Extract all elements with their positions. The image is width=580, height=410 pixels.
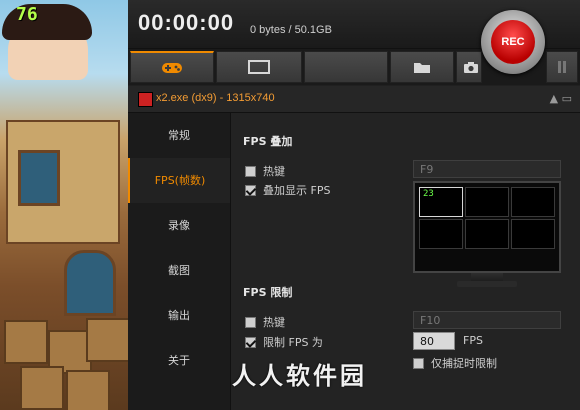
overlay-show-label: 叠加显示 FPS xyxy=(263,184,331,197)
limit-fps-value[interactable]: 80 xyxy=(413,332,455,350)
sidebar-item-fps[interactable]: FPS(帧数) xyxy=(128,158,230,203)
game-crate xyxy=(4,320,48,364)
limit-only-capture-row: 仅捕捉时限制 xyxy=(413,355,497,371)
overlay-hotkey-field[interactable]: F9 xyxy=(413,160,561,178)
camera-icon xyxy=(464,62,478,73)
sidebar-item-about[interactable]: 关于 xyxy=(128,338,230,383)
gamepad-icon xyxy=(162,62,182,73)
overlay-show-row: 叠加显示 FPS xyxy=(245,182,330,198)
fps-limit-heading: FPS 限制 xyxy=(243,286,293,299)
sidebar-item-video[interactable]: 录像 xyxy=(128,203,230,248)
game-icon xyxy=(138,92,153,107)
site-watermark: 人人软件园 xyxy=(232,362,367,390)
position-bottom-center[interactable] xyxy=(465,219,509,249)
pause-icon xyxy=(558,61,566,73)
game-crate xyxy=(20,366,64,410)
preview-fps-value: 23 xyxy=(423,189,434,199)
record-timer: 00:00:00 xyxy=(138,10,235,35)
position-top-right[interactable] xyxy=(511,187,555,217)
game-title: x2.exe (dx9) - 1315x740 xyxy=(156,92,275,104)
overlay-hotkey-row: 热键 xyxy=(245,163,285,179)
collapse-restore-controls[interactable]: ▲ ▭ xyxy=(550,92,572,105)
position-top-left[interactable]: 23 xyxy=(419,187,463,217)
rec-button[interactable]: REC xyxy=(481,10,545,74)
settings-sidebar: 常规 FPS(帧数) 录像 截图 输出 关于 xyxy=(128,113,230,410)
limit-fps-unit: FPS xyxy=(463,334,483,347)
fraps-window: 00:00:00 0 bytes / 50.1GB REC x2.exe (dx… xyxy=(128,0,580,410)
disk-usage: 0 bytes / 50.1GB xyxy=(250,24,332,36)
sidebar-item-output[interactable]: 输出 xyxy=(128,293,230,338)
game-window xyxy=(18,150,60,206)
game-window-arched xyxy=(64,250,116,316)
limit-only-capture-checkbox[interactable] xyxy=(413,357,424,369)
game-preview: 76 xyxy=(0,0,128,410)
limit-hotkey-field[interactable]: F10 xyxy=(413,311,561,329)
limit-fps-label: 限制 FPS 为 xyxy=(263,336,323,349)
position-bottom-right[interactable] xyxy=(511,219,555,249)
fps-overlay-heading: FPS 叠加 xyxy=(243,135,293,148)
limit-hotkey-label: 热键 xyxy=(263,316,285,329)
monitor-base xyxy=(457,281,517,287)
limit-hotkey-checkbox[interactable] xyxy=(245,316,256,328)
monitor-icon xyxy=(248,60,270,74)
sidebar-item-screenshot[interactable]: 截图 xyxy=(128,248,230,293)
limit-fps-row: 限制 FPS 为 xyxy=(245,334,323,350)
limit-only-capture-label: 仅捕捉时限制 xyxy=(431,357,497,370)
game-crate xyxy=(66,370,110,410)
tab-blank[interactable] xyxy=(304,51,388,83)
overlay-hotkey-label: 热键 xyxy=(263,165,285,178)
position-bottom-left[interactable] xyxy=(419,219,463,249)
tab-pause[interactable] xyxy=(546,51,578,83)
tab-screen[interactable] xyxy=(216,51,302,83)
game-info-bar: x2.exe (dx9) - 1315x740 ▲ ▭ xyxy=(128,86,580,113)
tab-game[interactable] xyxy=(130,51,214,83)
fps-counter-overlay: 76 xyxy=(16,4,38,25)
overlay-hotkey-checkbox[interactable] xyxy=(245,165,256,177)
limit-hotkey-row: 热键 xyxy=(245,314,285,330)
overlay-position-preview: 23 xyxy=(413,181,561,273)
limit-fps-checkbox[interactable] xyxy=(245,336,256,348)
overlay-show-checkbox[interactable] xyxy=(245,184,256,196)
tab-folder[interactable] xyxy=(390,51,454,83)
folder-icon xyxy=(414,63,430,73)
tab-camera[interactable] xyxy=(456,51,482,83)
sidebar-item-general[interactable]: 常规 xyxy=(128,113,230,158)
position-top-center[interactable] xyxy=(465,187,509,217)
rec-label: REC xyxy=(491,20,535,64)
game-crate xyxy=(86,318,128,362)
